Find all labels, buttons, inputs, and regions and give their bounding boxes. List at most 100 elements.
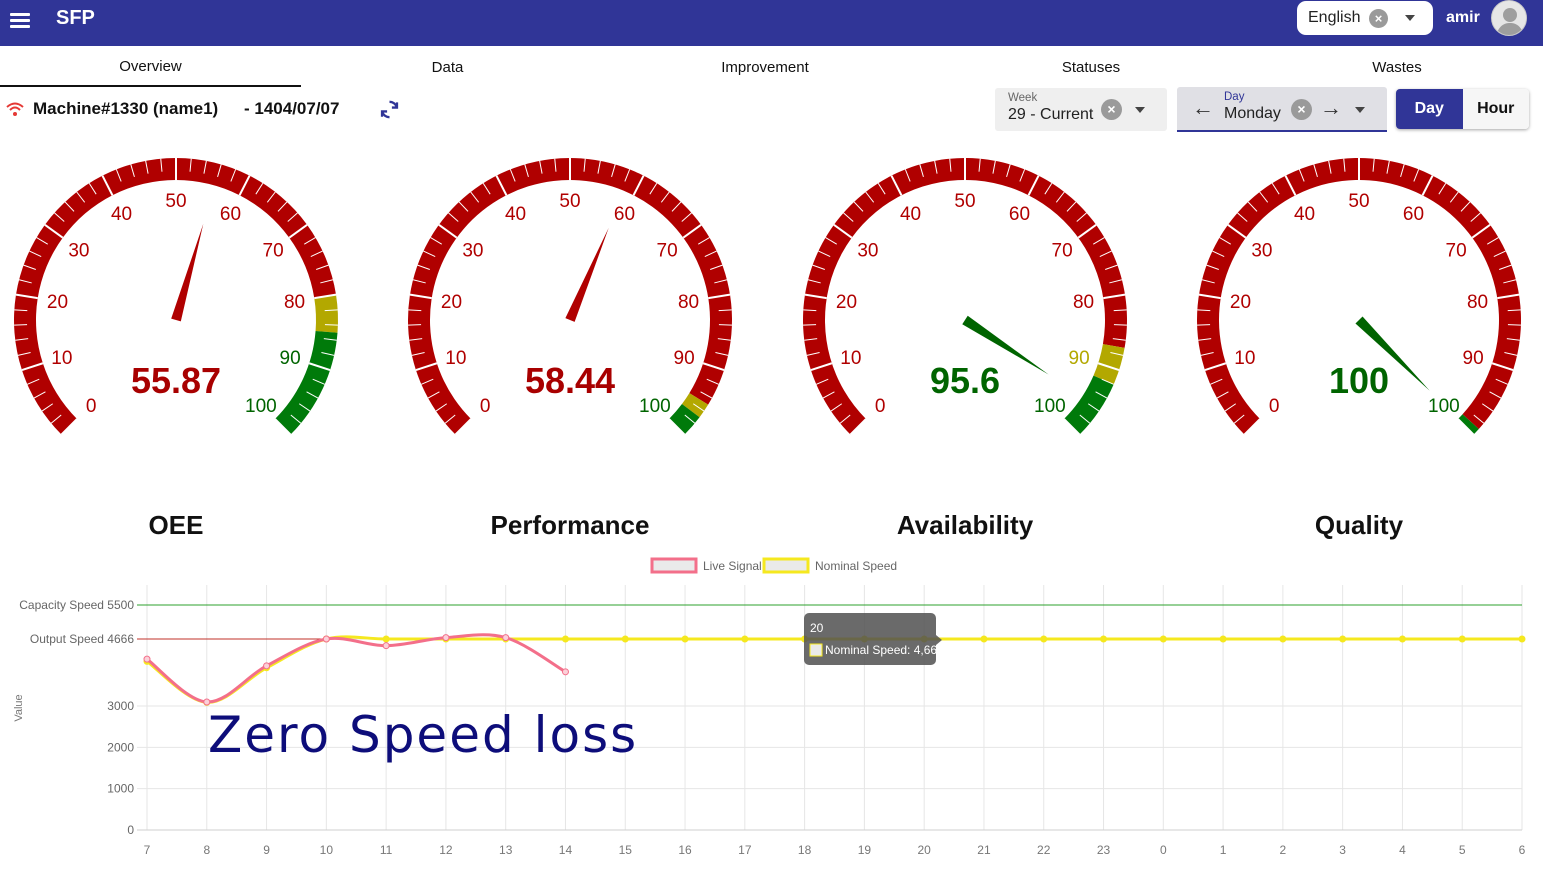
data-point[interactable]: [382, 642, 390, 650]
reference-line-label: Output Speed 4666: [30, 632, 134, 646]
legend-label[interactable]: Nominal Speed: [815, 559, 897, 573]
data-point[interactable]: [621, 635, 629, 643]
week-value: 29 - Current: [1008, 106, 1094, 123]
y-tick-label: 0: [127, 823, 134, 837]
week-select[interactable]: Week 29 - Current ×: [995, 88, 1167, 131]
data-point[interactable]: [1339, 635, 1347, 643]
data-point[interactable]: [382, 635, 390, 643]
gauge-tick-label: 60: [614, 204, 635, 225]
clear-circle-icon[interactable]: ×: [1101, 99, 1122, 120]
user-name[interactable]: amir: [1446, 9, 1480, 27]
gauge-tick-label: 0: [1269, 396, 1280, 417]
clear-circle-icon[interactable]: ×: [1369, 9, 1388, 28]
tooltip-title: 20: [810, 621, 824, 635]
gauge-needle: [565, 227, 609, 322]
hour-button[interactable]: Hour: [1462, 89, 1529, 129]
x-tick-label: 7: [144, 843, 151, 857]
app-bar: SFP English × amir: [0, 0, 1543, 46]
tab-statuses[interactable]: Statuses: [941, 47, 1241, 87]
data-point[interactable]: [741, 635, 749, 643]
data-point[interactable]: [561, 668, 569, 676]
x-tick-label: 19: [858, 843, 872, 857]
legend-swatch[interactable]: [762, 557, 810, 574]
arrow-left-icon[interactable]: ←: [1192, 97, 1214, 119]
data-point[interactable]: [1219, 635, 1227, 643]
caret-down-icon[interactable]: [1355, 107, 1365, 113]
data-point[interactable]: [980, 635, 988, 643]
gauge-tick-label: 10: [1234, 348, 1255, 369]
gauge-tick-label: 40: [505, 204, 526, 225]
data-point[interactable]: [502, 634, 510, 642]
gauge-performance: 0 10 20 30 40 50 60 70 80 90 100 58.44: [400, 150, 740, 450]
data-point[interactable]: [561, 635, 569, 643]
day-label: Day: [1224, 91, 1245, 103]
data-point[interactable]: [203, 698, 211, 706]
gauge-title-quality: Quality: [1314, 510, 1404, 540]
gauge-tick-label: 80: [1073, 292, 1094, 313]
data-point[interactable]: [322, 635, 330, 643]
x-tick-label: 23: [1097, 843, 1111, 857]
gauge-tick-label: 70: [263, 240, 284, 261]
gauge-tick-label: 90: [280, 348, 301, 369]
tab-overview[interactable]: Overview: [0, 47, 301, 87]
day-button[interactable]: Day: [1396, 89, 1463, 129]
data-point[interactable]: [681, 635, 689, 643]
data-point[interactable]: [1159, 635, 1167, 643]
legend-label[interactable]: Live Signal: [703, 559, 762, 573]
x-tick-label: 10: [320, 843, 334, 857]
x-tick-label: 4: [1399, 843, 1406, 857]
gauge-tick-label: 20: [441, 292, 462, 313]
tab-wastes[interactable]: Wastes: [1247, 47, 1543, 87]
data-point[interactable]: [1100, 635, 1108, 643]
machine-info: Machine#1330 (name1) - 1404/07/07: [0, 92, 980, 128]
language-select[interactable]: English ×: [1297, 1, 1433, 35]
gauge-tick-label: 30: [857, 240, 878, 261]
hamburger-icon[interactable]: [8, 9, 34, 31]
data-point[interactable]: [1518, 635, 1526, 643]
tab-improvement[interactable]: Improvement: [615, 47, 915, 87]
gauge-dial: 0 10 20 30 40 50 60 70 80 90 100 95.6: [803, 158, 1127, 436]
data-point[interactable]: [1458, 635, 1466, 643]
reference-line-label: Capacity Speed 5500: [19, 598, 134, 612]
x-tick-label: 8: [203, 843, 210, 857]
x-tick-label: 11: [380, 843, 393, 857]
x-tick-label: 17: [738, 843, 752, 857]
data-point[interactable]: [1279, 635, 1287, 643]
arrow-right-icon[interactable]: →: [1320, 97, 1342, 119]
y-tick-label: 2000: [107, 740, 134, 754]
user-avatar-icon[interactable]: [1491, 0, 1527, 36]
data-point[interactable]: [263, 662, 271, 670]
gauge-title-oee: OEE: [148, 510, 204, 540]
gauge-oee: 0 10 20 30 40 50 60 70 80 90 100 55.87: [6, 150, 346, 450]
gauge-quality: 0 10 20 30 40 50 60 70 80 90 100 100: [1189, 150, 1529, 450]
gauge-tick-label: 80: [1467, 292, 1488, 313]
data-point[interactable]: [442, 634, 450, 642]
data-point[interactable]: [143, 655, 151, 663]
day-select[interactable]: ← Day Monday × →: [1177, 87, 1387, 132]
caret-down-icon[interactable]: [1405, 15, 1415, 21]
legend-swatch[interactable]: [650, 557, 698, 574]
caret-down-icon[interactable]: [1135, 107, 1145, 113]
gauge-band: [274, 330, 338, 435]
gauge-value: 55.87: [131, 360, 221, 401]
gauge-tick-label: 40: [900, 204, 921, 225]
data-point[interactable]: [1040, 635, 1048, 643]
y-tick-label: 3000: [107, 699, 134, 713]
data-point[interactable]: [1398, 635, 1406, 643]
tab-data[interactable]: Data: [301, 47, 594, 87]
gauge-tick-label: 60: [220, 204, 241, 225]
gauge-band: [314, 294, 338, 333]
x-tick-label: 6: [1519, 843, 1526, 857]
clear-circle-icon[interactable]: ×: [1291, 99, 1312, 120]
refresh-icon[interactable]: [378, 98, 401, 121]
x-tick-label: 15: [619, 843, 633, 857]
x-tick-label: 21: [977, 843, 991, 857]
x-tick-label: 2: [1280, 843, 1287, 857]
y-axis-label: Value: [13, 694, 25, 721]
gauge-value: 58.44: [525, 360, 615, 401]
gauge-tick-label: 30: [1251, 240, 1272, 261]
gauge-tick-label: 50: [165, 191, 186, 212]
gauge-tick-label: 40: [111, 204, 132, 225]
tab-bar: Overview Data Improvement Statuses Waste…: [0, 47, 1543, 87]
gauge-tick-label: 60: [1403, 204, 1424, 225]
